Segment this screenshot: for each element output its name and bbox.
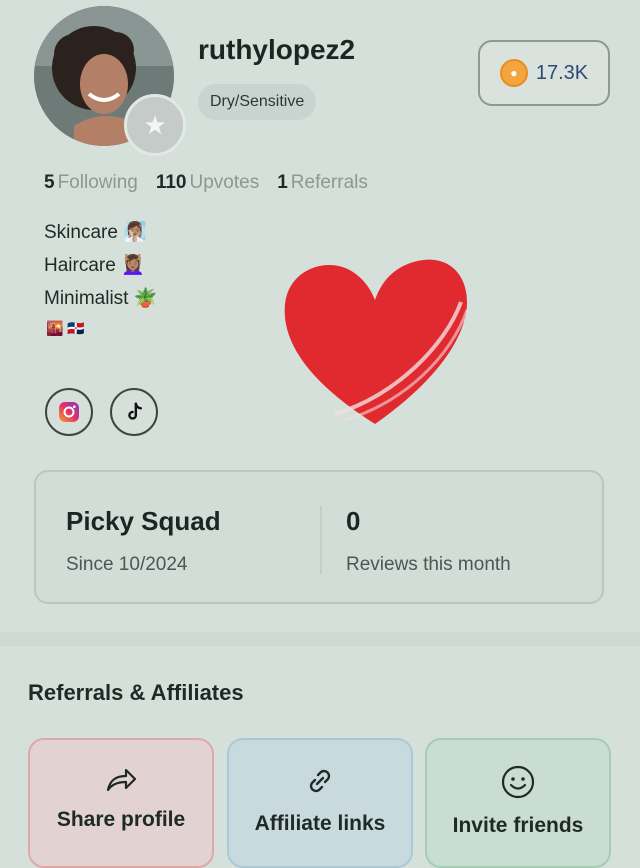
heart-sticker [284,259,469,424]
bio-line-skincare: Skincare 🧖🏽‍♀️ [44,222,147,243]
smiley-icon [501,765,535,799]
reviews-label: Reviews this month [346,554,511,575]
affiliate-links-button[interactable]: Affiliate links [227,738,413,868]
squad-title: Picky Squad [66,506,221,536]
reviews-count: 0 [346,506,361,536]
username: ruthylopez2 [198,34,356,65]
affiliate-links-label: Affiliate links [254,812,386,835]
squad-since: Since 10/2024 [66,554,188,575]
stat-referrals[interactable]: 1 Referrals [277,172,368,194]
bio-line-minimalist: Minimalist 🪴 [44,288,158,309]
link-icon [309,769,331,793]
card-divider [320,506,322,574]
instagram-icon [59,402,79,422]
section-separator [0,632,640,646]
star-badge-icon: ★ [124,94,186,156]
coins-value: 17.3K [535,61,589,84]
bio-flags: 🌇 🇩🇴 [46,320,85,336]
coins-balance-button[interactable]: ● 17.3K [478,40,610,106]
tiktok-button[interactable] [110,388,158,436]
tiktok-icon [128,402,143,420]
referrals-section-title: Referrals & Affiliates [28,680,244,705]
skin-type-tag: Dry/Sensitive [198,84,317,120]
invite-friends-button[interactable]: Invite friends [425,738,611,868]
stat-following[interactable]: 5 Following [44,172,138,194]
invite-friends-label: Invite friends [452,814,584,837]
bio-line-haircare: Haircare 💆🏽‍♀️ [44,255,145,276]
instagram-button[interactable] [45,388,93,436]
coin-icon: ● [499,59,528,87]
profile-stats: 5 Following 110 Upvotes 1 Referrals [44,172,368,194]
share-profile-button[interactable]: Share profile [28,738,214,868]
stat-upvotes[interactable]: 110 Upvotes [156,172,259,194]
share-profile-label: Share profile [56,808,186,831]
squad-card[interactable]: Picky Squad Since 10/2024 0 Reviews this… [34,470,604,604]
share-arrow-icon [106,768,137,792]
